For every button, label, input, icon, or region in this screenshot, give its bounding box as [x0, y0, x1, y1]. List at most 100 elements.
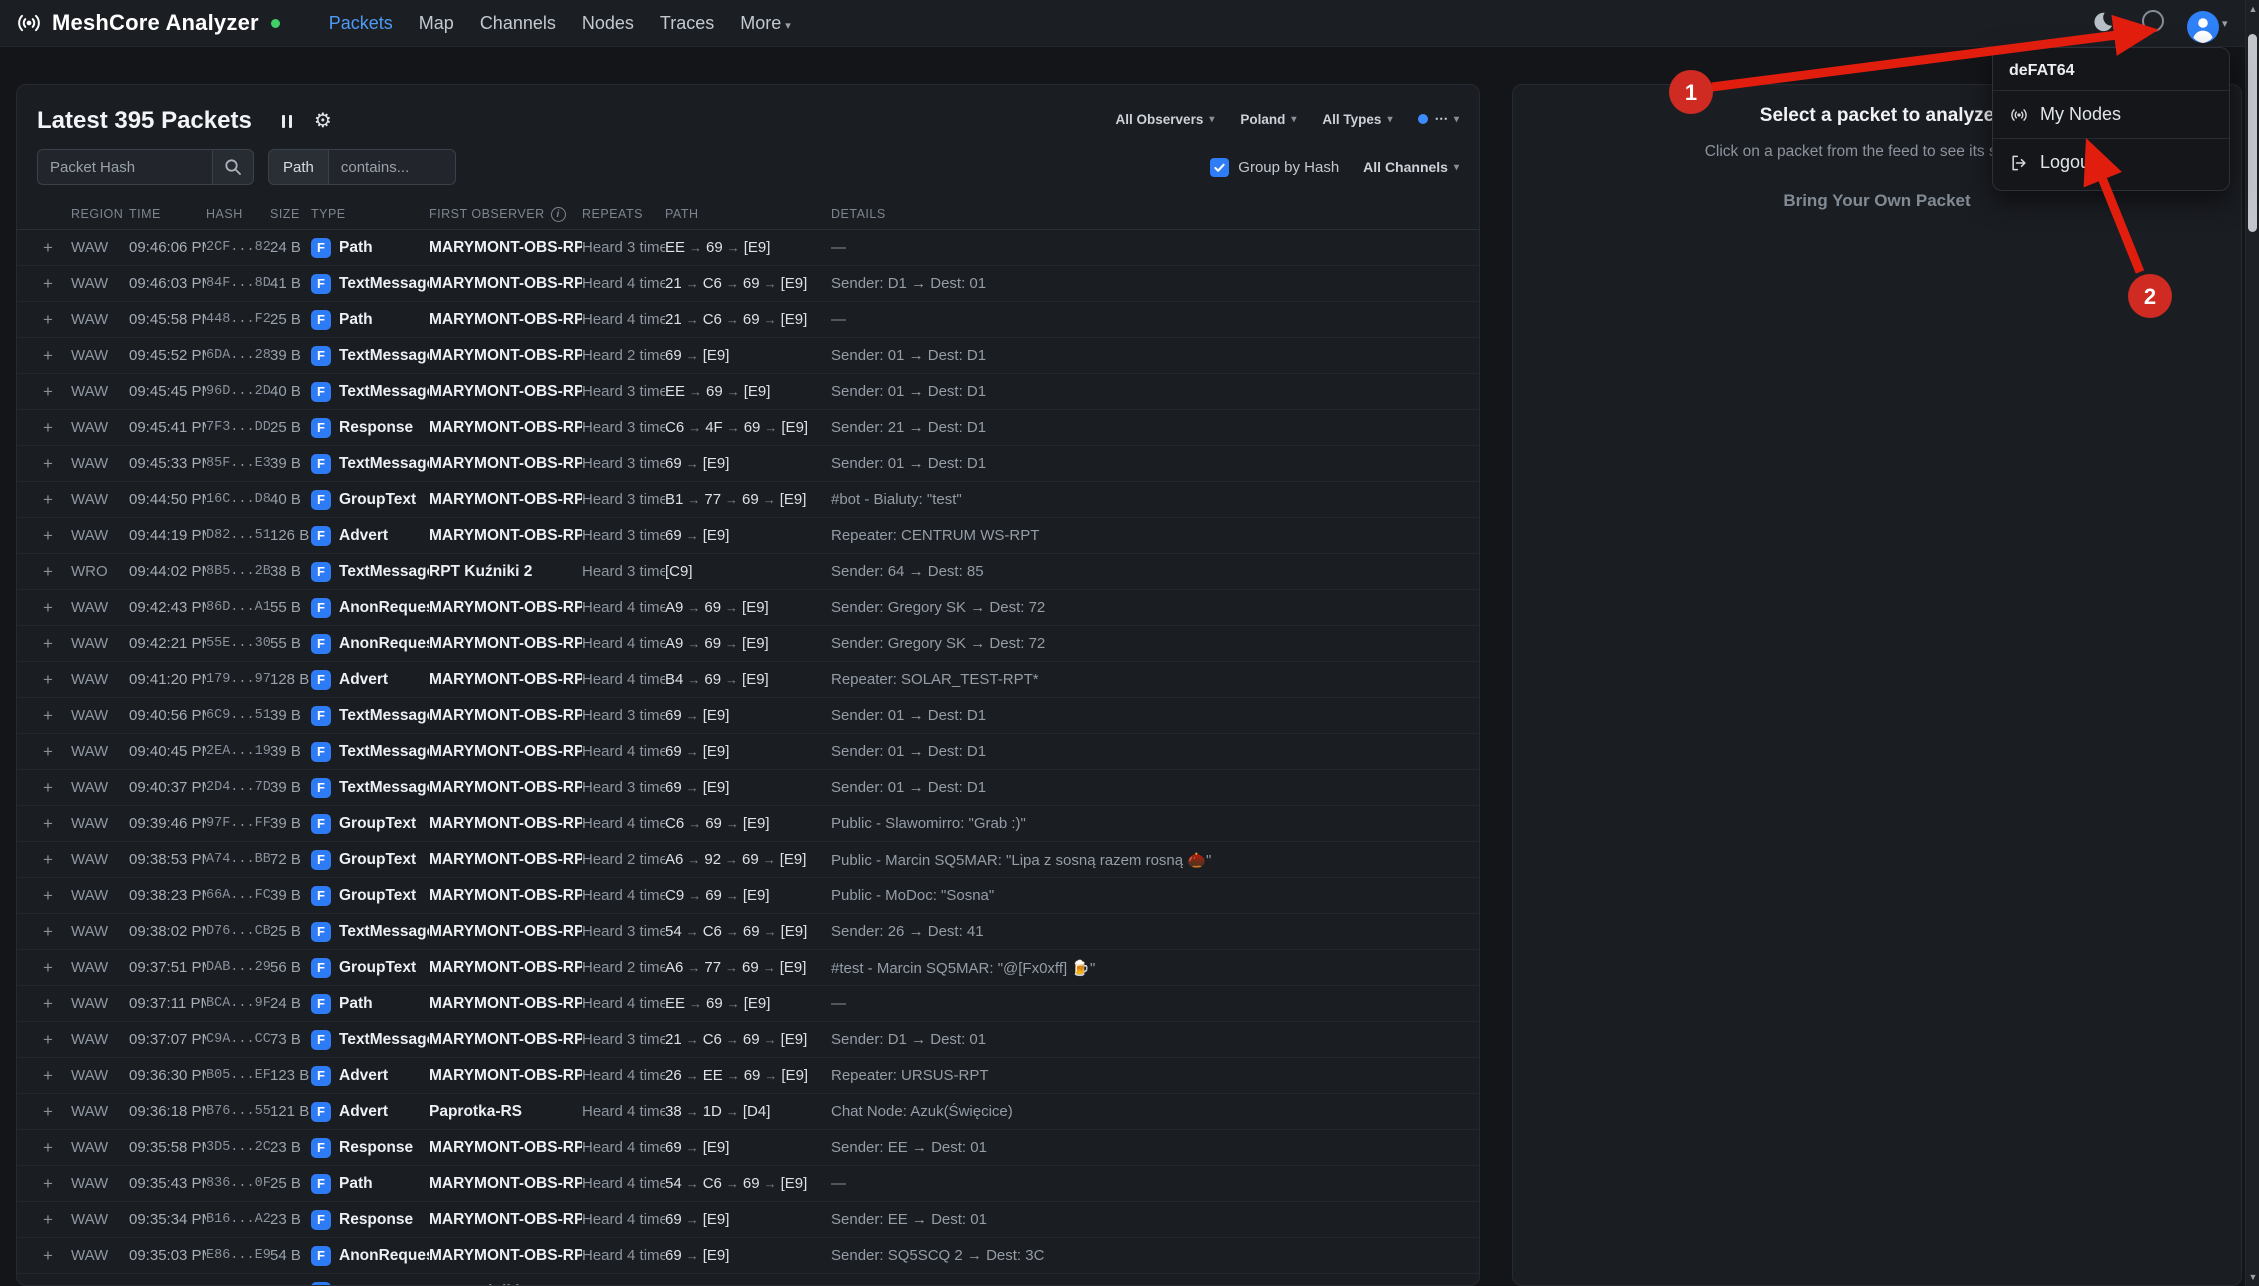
row-expander[interactable]: + — [37, 1102, 71, 1122]
feed-filter-1[interactable]: Poland▾ — [1240, 112, 1296, 127]
path-hop-link[interactable]: 69 — [665, 347, 682, 364]
path-hop-link[interactable]: [E9] — [781, 923, 808, 940]
row-expander[interactable]: + — [37, 274, 71, 294]
path-hop-link[interactable]: 92 — [704, 851, 721, 868]
path-hop-link[interactable]: [E9] — [781, 275, 808, 292]
path-hop-link[interactable]: 21 — [665, 275, 682, 292]
row-expander[interactable]: + — [37, 922, 71, 942]
feed-filter-2[interactable]: All Types▾ — [1322, 112, 1392, 127]
path-hop-link[interactable]: [D4] — [743, 1103, 771, 1120]
scroll-down-icon[interactable]: ▼ — [2246, 1272, 2259, 1282]
row-expander[interactable]: + — [37, 1246, 71, 1266]
packet-row[interactable]: +WAW09:37:07 PMC9A...CC573 BFTextMessage… — [17, 1022, 1479, 1058]
path-hop-link[interactable]: C6 — [703, 311, 722, 328]
packet-row[interactable]: +WAW09:45:52 PM6DA...28539 BFTextMessage… — [17, 338, 1479, 374]
detail-node-link[interactable]: D1 — [888, 1031, 907, 1048]
row-expander[interactable]: + — [37, 310, 71, 330]
dark-mode-toggle-icon[interactable] — [2089, 9, 2115, 35]
detail-node-link[interactable]: EE — [888, 1211, 908, 1228]
path-hop-link[interactable]: [E9] — [703, 1139, 730, 1156]
path-hop-link[interactable]: 69 — [704, 599, 721, 616]
row-expander[interactable]: + — [37, 418, 71, 438]
path-hop-link[interactable]: 69 — [704, 635, 721, 652]
path-hop-link[interactable]: 21 — [665, 311, 682, 328]
path-hop-link[interactable]: 69 — [706, 383, 723, 400]
packet-row[interactable]: +WAW09:37:51 PMDAB...29F56 BFGroupTextMA… — [17, 950, 1479, 986]
path-hop-link[interactable]: 54 — [665, 1175, 682, 1192]
detail-node-link[interactable]: 21 — [888, 419, 905, 436]
detail-node-link[interactable]: 01 — [888, 707, 905, 724]
path-hop-link[interactable]: [E9] — [742, 599, 769, 616]
row-expander[interactable]: + — [37, 490, 71, 510]
detail-node-link[interactable]: 01 — [969, 275, 986, 292]
path-contains-input[interactable] — [328, 149, 456, 185]
path-hop-link[interactable]: 69 — [742, 959, 759, 976]
path-hop-link[interactable]: [E9] — [781, 1031, 808, 1048]
group-by-hash-checkbox[interactable]: Group by Hash — [1210, 158, 1339, 177]
path-hop-link[interactable]: EE — [703, 1067, 723, 1084]
path-hop-link[interactable]: [E9] — [781, 1175, 808, 1192]
path-hop-link[interactable]: [E9] — [781, 419, 808, 436]
row-expander[interactable]: + — [37, 958, 71, 978]
path-hop-link[interactable]: [E9] — [780, 851, 807, 868]
path-hop-link[interactable]: 69 — [665, 779, 682, 796]
path-hop-link[interactable]: 69 — [743, 1031, 760, 1048]
row-expander[interactable]: + — [37, 1210, 71, 1230]
path-hop-link[interactable]: 69 — [665, 527, 682, 544]
user-avatar-button[interactable] — [2187, 11, 2219, 43]
detail-node-link[interactable]: D1 — [967, 347, 986, 364]
path-hop-link[interactable]: 69 — [743, 923, 760, 940]
detail-node-link[interactable]: 26 — [888, 923, 905, 940]
detail-node-link[interactable]: EE — [888, 1139, 908, 1156]
row-expander[interactable]: + — [37, 1030, 71, 1050]
path-hop-link[interactable]: 1D — [703, 1103, 722, 1120]
row-expander[interactable]: + — [37, 778, 71, 798]
path-hop-link[interactable]: EE — [665, 995, 685, 1012]
path-hop-link[interactable]: [E9] — [703, 743, 730, 760]
packet-row[interactable]: +WAW09:36:18 PMB76...558121 BFAdvertPapr… — [17, 1094, 1479, 1130]
path-hop-link[interactable]: B4 — [665, 671, 683, 688]
row-expander[interactable]: + — [37, 1174, 71, 1194]
packet-row[interactable]: +WAW09:35:34 PMB16...A2E23 BFResponseMAR… — [17, 1202, 1479, 1238]
path-hop-link[interactable]: 69 — [665, 1211, 682, 1228]
row-expander[interactable]: + — [37, 598, 71, 618]
row-expander[interactable]: + — [37, 454, 71, 474]
nav-link-nodes[interactable]: Nodes — [569, 13, 647, 34]
ring-icon[interactable] — [2142, 10, 2164, 32]
packet-row[interactable]: +WRO09:44:02 PM8B5...2B438 BFTextMessage… — [17, 554, 1479, 590]
path-hop-link[interactable]: 69 — [665, 1139, 682, 1156]
path-hop-link[interactable]: 69 — [706, 239, 723, 256]
path-hop-link[interactable]: [E9] — [703, 455, 730, 472]
packet-row[interactable]: +WAW09:40:56 PM6C9...51239 BFTextMessage… — [17, 698, 1479, 734]
row-expander[interactable]: + — [37, 1138, 71, 1158]
path-hop-link[interactable]: [E9] — [742, 635, 769, 652]
packet-row[interactable]: +WAW09:46:06 PM2CF...82B24 BFPathMARYMON… — [17, 230, 1479, 266]
path-hop-link[interactable]: A9 — [665, 635, 683, 652]
pause-feed-button[interactable] — [282, 115, 292, 128]
detail-node-link[interactable]: 41 — [967, 923, 984, 940]
path-hop-link[interactable]: 69 — [665, 743, 682, 760]
path-hop-link[interactable]: C6 — [703, 923, 722, 940]
path-hop-link[interactable]: 69 — [743, 311, 760, 328]
path-hop-link[interactable]: 69 — [744, 1067, 761, 1084]
packet-row[interactable]: +WAW09:38:02 PMD76...CBB25 BFTextMessage… — [17, 914, 1479, 950]
path-hop-link[interactable]: C6 — [665, 815, 684, 832]
detail-node-link[interactable]: D1 — [967, 707, 986, 724]
packet-row[interactable]: +WAW09:45:45 PM96D...2DD40 BFTextMessage… — [17, 374, 1479, 410]
path-hop-link[interactable]: A6 — [665, 851, 683, 868]
path-hop-link[interactable]: [E9] — [744, 995, 771, 1012]
scroll-up-icon[interactable]: ▲ — [2246, 4, 2259, 14]
path-hop-link[interactable]: 69 — [742, 851, 759, 868]
path-hop-link[interactable]: [E9] — [703, 1211, 730, 1228]
path-hop-link[interactable]: 69 — [705, 887, 722, 904]
checkbox-checked-icon[interactable] — [1210, 158, 1229, 177]
row-expander[interactable]: + — [37, 814, 71, 834]
detail-node-link[interactable]: 64 — [888, 563, 905, 580]
row-expander[interactable]: + — [37, 382, 71, 402]
row-expander[interactable]: + — [37, 562, 71, 582]
path-hop-link[interactable]: 69 — [665, 707, 682, 724]
path-hop-link[interactable]: [E9] — [743, 815, 770, 832]
packet-row[interactable]: +WAW09:39:46 PM97F...FF939 BFGroupTextMA… — [17, 806, 1479, 842]
scrollbar-thumb[interactable] — [2248, 34, 2257, 232]
detail-node-link[interactable]: 01 — [970, 1211, 987, 1228]
